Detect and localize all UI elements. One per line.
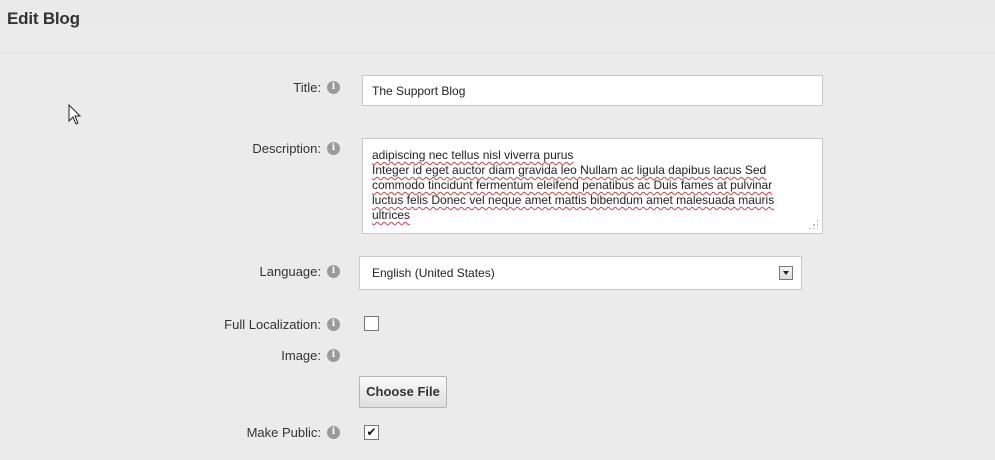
description-info-icon[interactable]: i [327, 142, 340, 155]
chevron-down-icon[interactable] [779, 266, 793, 280]
image-label: Image: [281, 348, 321, 363]
description-line: adipiscing nec tellus nisl viverra purus [372, 148, 574, 162]
title-label: Title: [293, 80, 321, 95]
language-selected-value: English (United States) [372, 266, 495, 280]
make-public-info-icon[interactable]: i [327, 426, 340, 439]
choose-file-button[interactable]: Choose File [359, 376, 447, 408]
language-label: Language: [259, 264, 321, 279]
description-label: Description: [252, 141, 321, 156]
description-line: luctus felis Donec vel neque amet mattis… [372, 193, 775, 207]
checkmark-icon: ✔ [366, 425, 377, 439]
language-info-icon[interactable]: i [327, 265, 340, 278]
title-input[interactable]: The Support Blog [362, 75, 823, 106]
language-select[interactable]: English (United States) [359, 256, 802, 290]
description-line: Integer id eget auctor diam gravida leo … [372, 163, 767, 177]
full-localization-checkbox[interactable] [364, 316, 379, 331]
make-public-label: Make Public: [246, 425, 321, 440]
description-line: commodo tincidunt fermentum eleifend pen… [372, 178, 773, 192]
full-localization-info-icon[interactable]: i [327, 318, 340, 331]
image-info-icon[interactable]: i [327, 349, 340, 362]
description-line: ultrices [372, 208, 411, 222]
page-title: Edit Blog [7, 9, 80, 28]
description-textarea[interactable]: adipiscing nec tellus nisl viverra purus… [362, 138, 823, 234]
mouse-pointer-icon [68, 104, 82, 125]
make-public-checkbox[interactable]: ✔ [364, 425, 379, 440]
full-localization-label: Full Localization: [224, 317, 321, 332]
page-header: Edit Blog [0, 0, 995, 53]
title-info-icon[interactable]: i [327, 81, 340, 94]
